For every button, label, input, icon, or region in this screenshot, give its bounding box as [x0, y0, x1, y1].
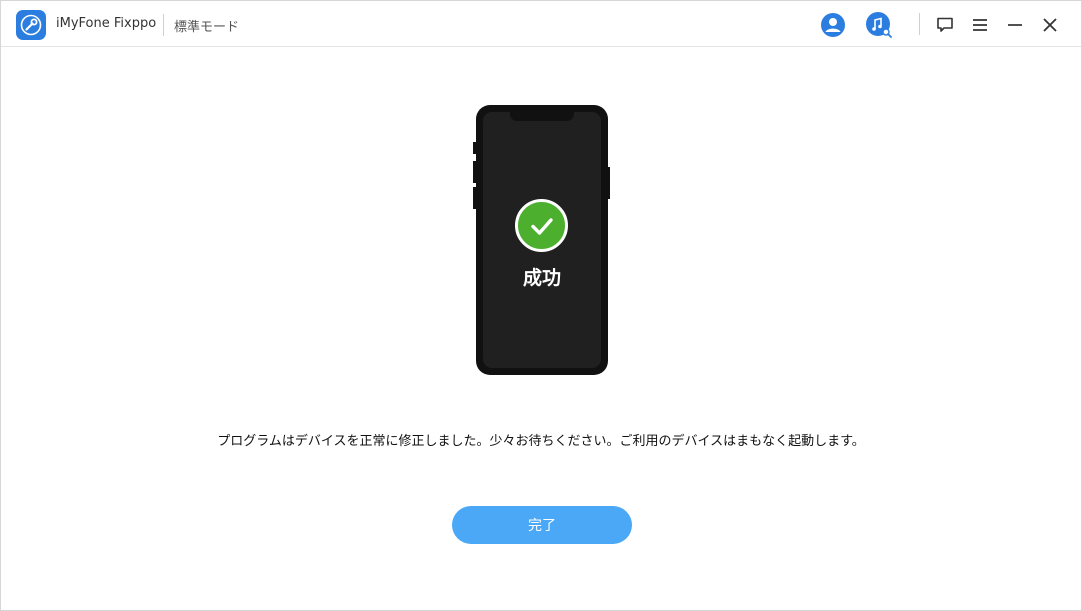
status-message: プログラムはデバイスを正常に修正しました。少々お待ちください。ご利用のデバイスは… [217, 434, 865, 449]
music-search-icon[interactable] [864, 10, 894, 40]
chat-feedback-icon[interactable] [930, 10, 960, 40]
done-button[interactable]: 完了 [452, 506, 632, 544]
wrench-logo-icon [16, 10, 46, 40]
user-account-icon[interactable] [818, 10, 848, 40]
app-name: iMyFone Fixppo [56, 16, 157, 31]
phone-side-button [473, 161, 476, 183]
title-divider [163, 14, 164, 36]
title-bar: iMyFone Fixppo 標準モード [1, 1, 1081, 47]
success-label: 成功 [522, 267, 561, 289]
phone-side-button [607, 167, 610, 199]
mode-label: 標準モード [174, 20, 240, 35]
toolbar-divider [919, 13, 920, 35]
phone-side-button [473, 142, 476, 154]
close-icon[interactable] [1035, 10, 1065, 40]
success-check-icon [515, 199, 568, 252]
minimize-icon[interactable] [1000, 10, 1030, 40]
hamburger-menu-icon[interactable] [965, 10, 995, 40]
phone-side-button [473, 187, 476, 209]
app-window: iMyFone Fixppo 標準モード 成功 プログラムはデバイスを正常に修正… [0, 0, 1082, 611]
phone-notch [510, 112, 574, 121]
